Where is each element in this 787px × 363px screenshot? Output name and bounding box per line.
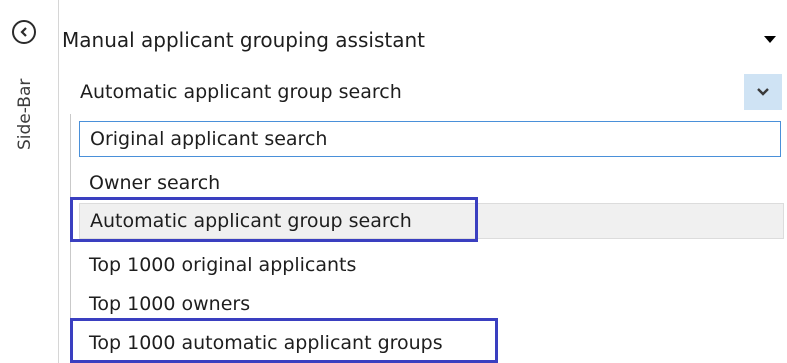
option-top-1000-automatic-applicant-groups[interactable]: Top 1000 automatic applicant groups bbox=[79, 325, 443, 361]
option-top-1000-original-applicants[interactable]: Top 1000 original applicants bbox=[79, 247, 356, 283]
caret-down-icon[interactable] bbox=[764, 36, 776, 43]
sidebar-label[interactable]: Side-Bar bbox=[14, 79, 36, 150]
option-original-applicant-search[interactable]: Original applicant search bbox=[79, 121, 781, 157]
assistant-title[interactable]: Manual applicant grouping assistant bbox=[62, 28, 425, 52]
side-bar: Side-Bar bbox=[0, 0, 59, 363]
combobox-selected-value: Automatic applicant group search bbox=[80, 81, 402, 103]
search-mode-combobox[interactable]: Automatic applicant group search bbox=[72, 72, 787, 112]
chevron-left-glyph bbox=[20, 27, 27, 37]
search-mode-options-list: Original applicant search Owner search A… bbox=[70, 114, 787, 363]
option-automatic-applicant-group-search[interactable]: Automatic applicant group search bbox=[79, 203, 784, 239]
option-top-1000-owners[interactable]: Top 1000 owners bbox=[79, 286, 250, 322]
option-owner-search[interactable]: Owner search bbox=[79, 165, 220, 201]
chevron-down-icon[interactable] bbox=[744, 74, 782, 110]
chevron-left-icon[interactable] bbox=[12, 20, 36, 44]
chevron-down-glyph bbox=[757, 88, 769, 96]
